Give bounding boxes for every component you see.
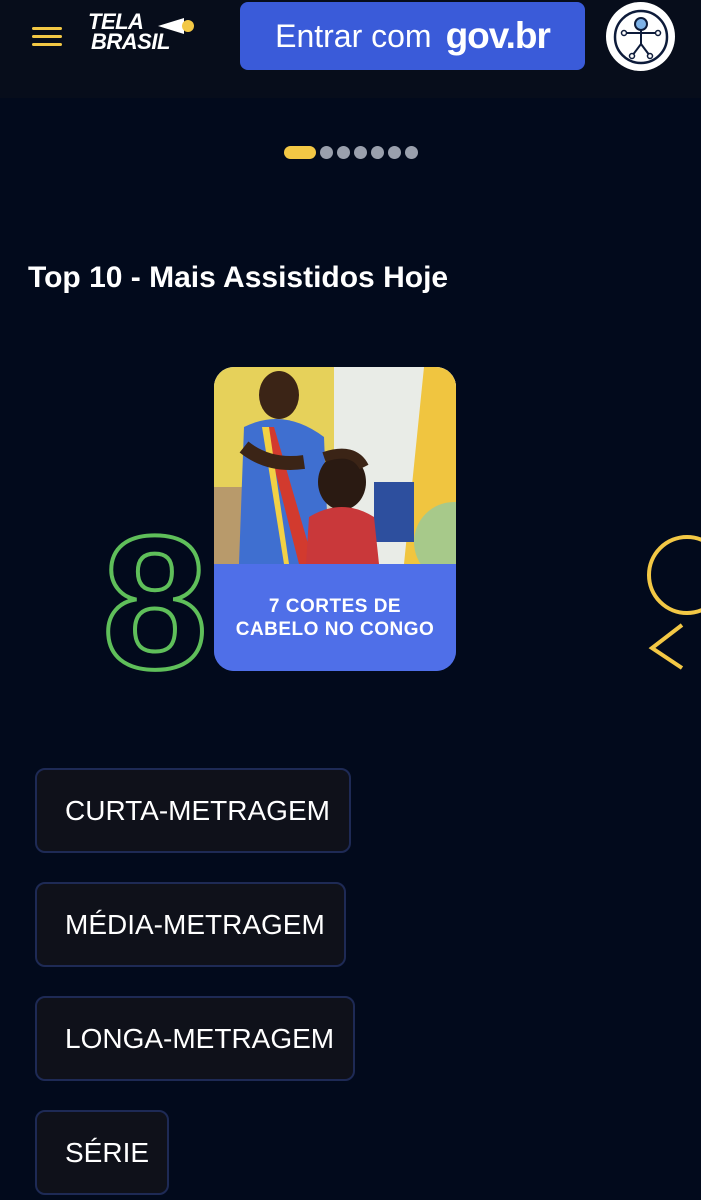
rank-number-text: 8 (102, 520, 208, 676)
accessibility-button[interactable] (606, 2, 675, 71)
login-govbr-button[interactable]: Entrar com gov.br (240, 2, 585, 70)
carousel-dot-1[interactable] (284, 146, 316, 159)
tela-brasil-logo[interactable]: TELA BRASIL (88, 11, 204, 60)
accessibility-person-icon (613, 9, 668, 64)
top10-title: Top 10 - Mais Assistidos Hoje (28, 261, 449, 294)
card-title: 7 CORTES DE CABELO NO CONGO (235, 595, 435, 640)
carousel-pagination (284, 146, 418, 159)
page: TELA BRASIL Entrar com gov.br Top 10 - M… (0, 0, 701, 1200)
carousel-dot-2[interactable] (320, 146, 333, 159)
carousel-dot-3[interactable] (337, 146, 350, 159)
carousel-dot-4[interactable] (354, 146, 367, 159)
card-thumbnail (214, 367, 456, 564)
carousel-dot-5[interactable] (371, 146, 384, 159)
carousel-dot-7[interactable] (405, 146, 418, 159)
top10-card-8[interactable]: 7 CORTES DE CABELO NO CONGO (214, 367, 456, 671)
login-label: Entrar com (275, 17, 432, 54)
logo-play-mark-icon (158, 18, 194, 34)
govbr-brand: gov.br (445, 15, 551, 56)
category-longa-metragem-button[interactable]: LONGA-METRAGEM (35, 996, 355, 1081)
carousel-dot-6[interactable] (388, 146, 401, 159)
category-media-metragem-button[interactable]: MÉDIA-METRAGEM (35, 882, 346, 967)
category-curta-metragem-button[interactable]: CURTA-METRAGEM (35, 768, 351, 853)
rank-number-8: 8 (100, 520, 210, 676)
logo-line-2: BRASIL (91, 29, 170, 54)
hamburger-menu-icon[interactable] (30, 24, 66, 50)
next-rank-number-peek[interactable] (642, 530, 701, 670)
site-header: TELA BRASIL Entrar com gov.br (0, 0, 701, 98)
card-title-banner: 7 CORTES DE CABELO NO CONGO (214, 564, 456, 671)
category-serie-button[interactable]: SÉRIE (35, 1110, 169, 1195)
